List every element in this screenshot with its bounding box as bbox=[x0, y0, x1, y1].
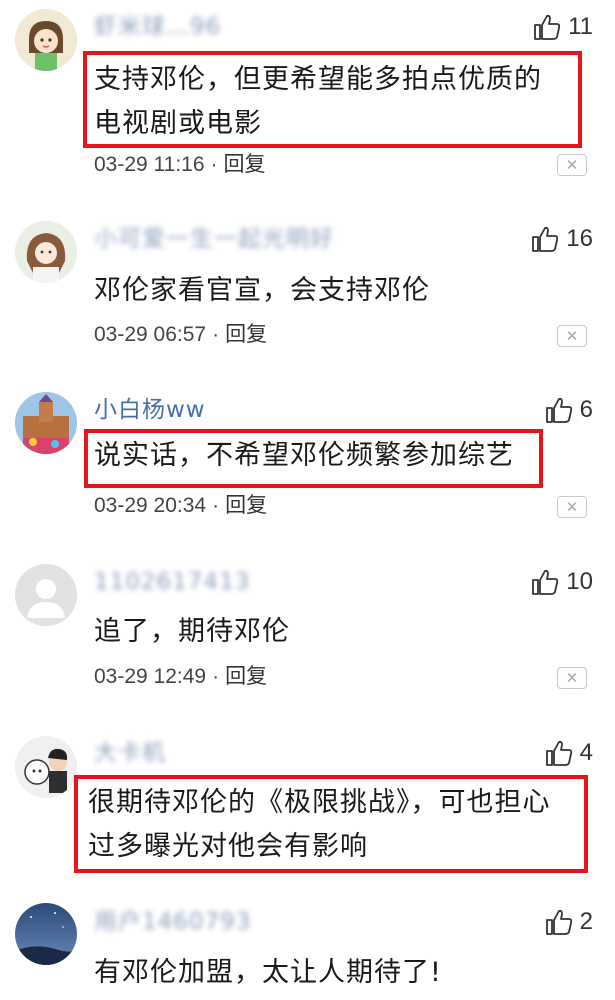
highlight-box bbox=[74, 775, 588, 873]
thumbs-up-icon bbox=[545, 740, 572, 766]
cartoon-girl-avatar-icon[interactable] bbox=[15, 9, 77, 71]
like-button[interactable]: 11 bbox=[532, 10, 593, 44]
comment-list: 虾米球…96 11 支持邓伦，但更希望能多拍点优质的电视剧或电影 03-29 1… bbox=[0, 0, 615, 1000]
like-button[interactable]: 10 bbox=[530, 565, 593, 599]
reply-button[interactable]: 回复 bbox=[224, 153, 266, 176]
highlight-box bbox=[84, 429, 543, 488]
thumbs-up-icon bbox=[545, 397, 572, 423]
comment-username[interactable]: 大卡机 bbox=[94, 736, 166, 770]
comment-date: 03-29 06:57 bbox=[94, 323, 207, 346]
thumbs-up-icon bbox=[532, 226, 559, 252]
comment-username[interactable]: 小可爱一生一起光明好 bbox=[94, 222, 334, 256]
thumbs-up-icon bbox=[534, 14, 561, 40]
comment-meta: 03-29 06:57 · 回复 bbox=[94, 323, 268, 346]
comment-date: 03-29 12:49 bbox=[94, 665, 207, 688]
like-count: 4 bbox=[579, 739, 593, 766]
close-icon[interactable]: ✕ bbox=[557, 496, 587, 518]
like-count: 16 bbox=[566, 225, 593, 252]
like-button[interactable]: 16 bbox=[530, 222, 593, 256]
comment-username[interactable]: 用户1460793 bbox=[94, 905, 251, 939]
cartoon-boy-avatar-icon[interactable] bbox=[15, 736, 77, 798]
comment-username[interactable]: 1102617413 bbox=[94, 565, 250, 599]
castle-photo-avatar-icon[interactable] bbox=[15, 392, 77, 454]
like-button[interactable]: 6 bbox=[544, 393, 593, 427]
like-count: 6 bbox=[579, 396, 593, 423]
comment-username[interactable]: 小白杨ww bbox=[94, 393, 206, 427]
comment-text: 有邓伦加盟，太让人期待了! bbox=[94, 957, 442, 988]
comment-date: 03-29 11:16 bbox=[94, 153, 205, 176]
like-button[interactable]: 2 bbox=[544, 905, 593, 939]
reply-button[interactable]: 回复 bbox=[225, 323, 267, 346]
thumbs-up-icon bbox=[532, 569, 559, 595]
close-icon[interactable]: ✕ bbox=[557, 154, 587, 176]
comment-text: 追了，期待邓伦 bbox=[94, 616, 290, 647]
comment-meta: 03-29 12:49 · 回复 bbox=[94, 665, 268, 688]
comment-text: 邓伦家看官宣，会支持邓伦 bbox=[94, 275, 430, 306]
like-button[interactable]: 4 bbox=[544, 736, 593, 770]
default-user-avatar-icon[interactable] bbox=[15, 564, 77, 626]
close-icon[interactable]: ✕ bbox=[557, 325, 587, 347]
night-sky-avatar-icon[interactable] bbox=[15, 903, 77, 965]
comment-meta: 03-29 20:34 · 回复 bbox=[94, 494, 268, 517]
close-icon[interactable]: ✕ bbox=[557, 667, 587, 689]
like-count: 2 bbox=[579, 908, 593, 935]
comment-meta: 03-29 11:16 · 回复 bbox=[94, 153, 266, 176]
reply-button[interactable]: 回复 bbox=[225, 665, 267, 688]
thumbs-up-icon bbox=[545, 909, 572, 935]
highlight-box bbox=[83, 51, 582, 148]
anime-girl-avatar-icon[interactable] bbox=[15, 221, 77, 283]
reply-button[interactable]: 回复 bbox=[225, 494, 267, 517]
comment-username[interactable]: 虾米球…96 bbox=[94, 10, 221, 44]
like-count: 10 bbox=[566, 568, 593, 595]
like-count: 11 bbox=[568, 13, 593, 40]
comment-date: 03-29 20:34 bbox=[94, 494, 207, 517]
